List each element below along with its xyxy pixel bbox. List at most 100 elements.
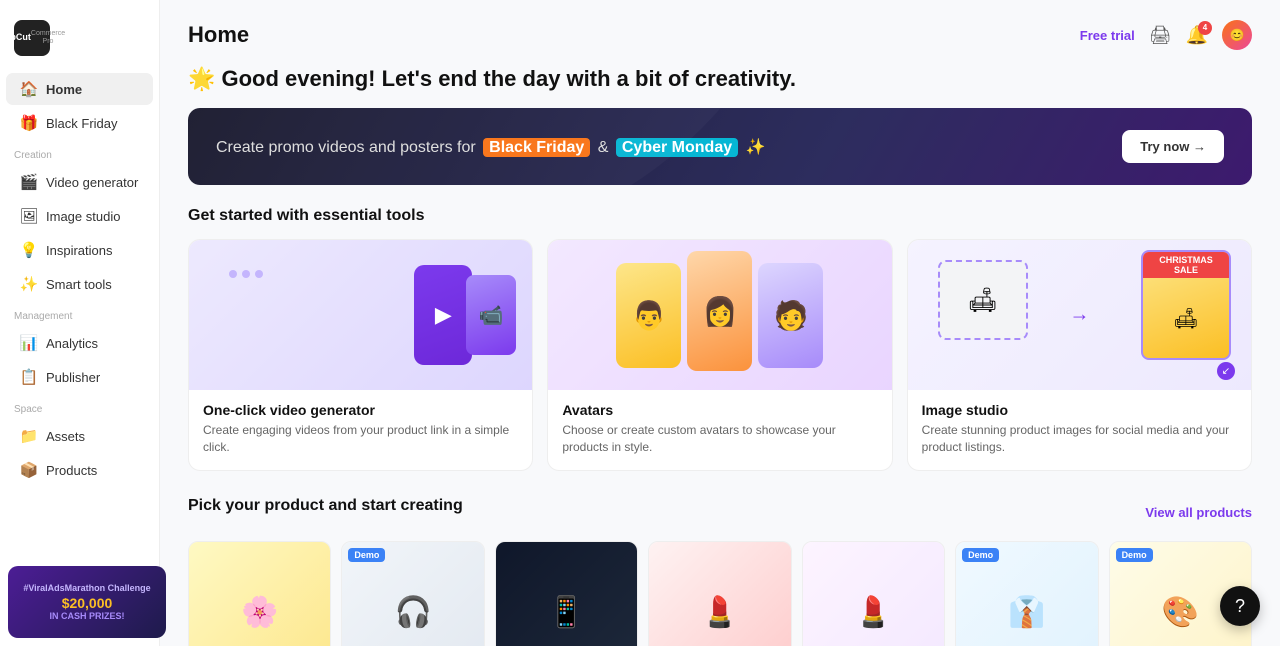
product-card-2[interactable]: 📱 MagSafe Phone Tripod [495, 541, 638, 646]
sidebar-item-home[interactable]: 🏠 Home [6, 73, 153, 105]
question-icon: ? [1235, 596, 1245, 617]
tool-card-video-generator[interactable]: ▶ → 📹 One-click video generator Create e… [188, 239, 533, 471]
dot-3 [255, 270, 263, 278]
user-avatar[interactable]: 😊 [1222, 20, 1252, 50]
product-emoji-4: 💄 [855, 595, 892, 630]
tools-grid: ▶ → 📹 One-click video generator Create e… [188, 239, 1252, 471]
products-grid: 🌸 Artificial Lily of The Valley Faux Whi… [188, 541, 1252, 646]
product-thumb-3: 💄 [649, 542, 790, 646]
sidebar-item-inspirations[interactable]: 💡 Inspirations [6, 234, 153, 266]
notif-count: 4 [1198, 21, 1212, 35]
sidebar-item-analytics[interactable]: 📊 Analytics [6, 327, 153, 359]
promo-banner-text: Create promo videos and posters for Blac… [216, 137, 766, 157]
sidebar-item-smart-tools[interactable]: ✨ Smart tools [6, 268, 153, 300]
sidebar-item-label: Assets [46, 429, 85, 444]
product-card-4[interactable]: 💄 lipstick [802, 541, 945, 646]
product-thumb-5: Demo 👔 [956, 542, 1097, 646]
avatar-img-3: 🧑 [758, 263, 823, 368]
promo-hashtag: #ViralAdsMarathon Challenge [23, 583, 150, 593]
product-card-0[interactable]: 🌸 Artificial Lily of The Valley Faux Whi… [188, 541, 331, 646]
sidebar-item-label: Image studio [46, 209, 120, 224]
sidebar-item-label: Home [46, 82, 82, 97]
sidebar-item-publisher[interactable]: 📋 Publisher [6, 361, 153, 393]
tool-info: Image studio Create stunning product ima… [908, 390, 1251, 470]
sidebar-item-label: Black Friday [46, 116, 118, 131]
arrow-icon: → [1069, 304, 1089, 327]
folder-icon: 📁 [20, 427, 38, 445]
product-card-5[interactable]: Demo 👔 Men's Dress Shirt [955, 541, 1098, 646]
page-header: Home Free trial 🖨 🔔 4 😊 [188, 20, 1252, 50]
tool-name: Image studio [922, 402, 1237, 418]
sidebar-item-label: Video generator [46, 175, 138, 190]
notifications-button[interactable]: 🔔 4 [1186, 25, 1208, 46]
gift-icon: 🎁 [20, 114, 38, 132]
box-icon: 📦 [20, 461, 38, 479]
main-content: Home Free trial 🖨 🔔 4 😊 🌟 Good evening! … [160, 0, 1280, 646]
play-icon: ▶ [435, 302, 452, 328]
product-card-3[interactable]: 💄 lipstick [648, 541, 791, 646]
bottom-promo-banner[interactable]: #ViralAdsMarathon Challenge $20,000 IN C… [8, 566, 160, 638]
product-thumb-0: 🌸 [189, 542, 330, 646]
sidebar-item-image-studio[interactable]: 🖼 Image studio [6, 200, 153, 232]
source-box: 🛋 [938, 260, 1028, 340]
product-emoji-5: 👔 [1008, 595, 1045, 630]
sidebar-item-products[interactable]: 📦 Products [6, 454, 153, 486]
sale-label: CHRISTMAS SALE [1143, 252, 1229, 278]
dot-1 [229, 270, 237, 278]
sidebar-item-label: Inspirations [46, 243, 112, 258]
dot-2 [242, 270, 250, 278]
tool-name: Avatars [562, 402, 877, 418]
tool-thumb-avatars: 👨 👩 🧑 [548, 240, 891, 390]
avatar-img-1: 👨 [616, 263, 681, 368]
tool-card-image-studio[interactable]: 🛋 → CHRISTMAS SALE 🛋 ↙ Image studio Crea… [907, 239, 1252, 471]
logo-icon: CapCut Commerce Pro [14, 20, 50, 56]
product-card-1[interactable]: Demo 🎧 Noise-Canceling Headphones [341, 541, 484, 646]
result-img: 🛋 [1143, 278, 1229, 358]
sidebar-item-label: Analytics [46, 336, 98, 351]
chart-icon: 📊 [20, 334, 38, 352]
result-visual: 📹 [466, 275, 516, 355]
image-studio-visual: 🛋 → CHRISTMAS SALE 🛋 ↙ [908, 240, 1251, 390]
try-now-button[interactable]: Try now → [1122, 130, 1224, 163]
product-emoji-6: 🎨 [1162, 595, 1199, 630]
corner-icon: ↙ [1217, 362, 1235, 380]
tool-info: One-click video generator Create engagin… [189, 390, 532, 470]
avatars-visual: 👨 👩 🧑 [548, 240, 891, 390]
print-icon: 🖨 [1149, 25, 1172, 46]
tool-desc: Choose or create custom avatars to showc… [562, 422, 877, 456]
bulb-icon: 💡 [20, 241, 38, 259]
video-visual: ▶ → 📹 [189, 240, 532, 390]
sparkle-icon: ✨ [20, 275, 38, 293]
avatar-img-2: 👩 [687, 251, 752, 371]
promo-cash-label: IN CASH PRIZES! [49, 611, 124, 621]
free-trial-button[interactable]: Free trial [1080, 28, 1135, 43]
sidebar-item-black-friday[interactable]: 🎁 Black Friday [6, 107, 153, 139]
products-section-header: Pick your product and start creating Vie… [188, 497, 1252, 529]
sidebar-item-video-generator[interactable]: 🎬 Video generator [6, 166, 153, 198]
essential-tools-title: Get started with essential tools [188, 207, 1252, 225]
float-help-button[interactable]: ? [1220, 586, 1260, 626]
tool-name: One-click video generator [203, 402, 518, 418]
product-emoji-2: 📱 [548, 595, 585, 630]
header-actions: Free trial 🖨 🔔 4 😊 [1080, 20, 1252, 50]
image-icon: 🖼 [20, 207, 38, 225]
page-title: Home [188, 22, 249, 48]
sidebar-item-label: Smart tools [46, 277, 112, 292]
tool-info: Avatars Choose or create custom avatars … [548, 390, 891, 470]
result-box: CHRISTMAS SALE 🛋 [1141, 250, 1231, 360]
demo-badge-5: Demo [962, 548, 999, 562]
product-thumb-4: 💄 [803, 542, 944, 646]
publisher-icon: 📋 [20, 368, 38, 386]
tool-card-avatars[interactable]: 👨 👩 🧑 Avatars Choose or create custom av… [547, 239, 892, 471]
sidebar-section-space: Space [0, 394, 159, 419]
sidebar-item-assets[interactable]: 📁 Assets [6, 420, 153, 452]
phone-visual: ▶ [414, 265, 472, 365]
view-all-link[interactable]: View all products [1145, 505, 1252, 520]
promo-banner[interactable]: Create promo videos and posters for Blac… [188, 108, 1252, 185]
sidebar-item-label: Publisher [46, 370, 100, 385]
sidebar-section-management: Management [0, 301, 159, 326]
video-icon: 🎬 [20, 173, 38, 191]
print-button[interactable]: 🖨 [1149, 25, 1172, 46]
product-emoji-3: 💄 [701, 595, 738, 630]
tool-desc: Create stunning product images for socia… [922, 422, 1237, 456]
